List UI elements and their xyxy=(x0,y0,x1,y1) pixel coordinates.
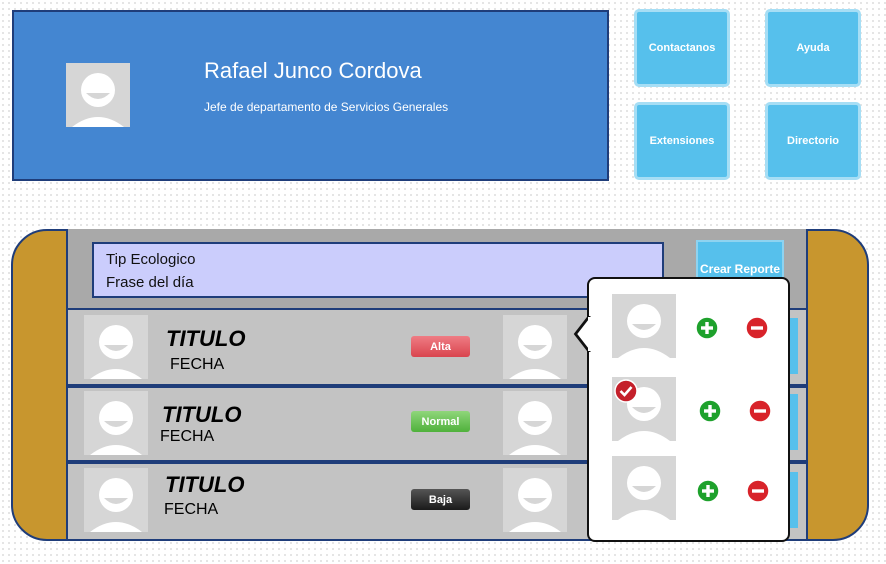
avatar-icon xyxy=(84,315,148,379)
check-circle-icon xyxy=(614,379,638,403)
assignee-avatar xyxy=(503,468,567,532)
avatar-icon xyxy=(612,456,676,520)
plus-circle-icon xyxy=(698,399,722,423)
help-button[interactable]: Ayuda xyxy=(765,9,861,87)
report-date: FECHA xyxy=(160,428,215,445)
row-action-tab[interactable] xyxy=(790,318,798,374)
candidate-avatar[interactable] xyxy=(612,294,676,358)
directory-button[interactable]: Directorio xyxy=(765,102,861,180)
profile-card: Rafael Junco Cordova Jefe de departament… xyxy=(12,10,609,181)
report-date: FECHA xyxy=(170,356,225,373)
report-title: TITULO xyxy=(162,402,242,427)
create-report-button[interactable]: Crear Reporte xyxy=(696,240,784,280)
row-action-tab[interactable] xyxy=(790,394,798,450)
add-button[interactable] xyxy=(695,316,719,340)
contact-button[interactable]: Contactanos xyxy=(634,9,730,87)
avatar-icon xyxy=(503,315,567,379)
remove-button[interactable] xyxy=(746,479,770,503)
remove-button[interactable] xyxy=(745,316,769,340)
avatar-icon xyxy=(66,63,130,127)
report-avatar xyxy=(84,391,148,455)
extensions-button[interactable]: Extensiones xyxy=(634,102,730,180)
selected-check xyxy=(614,379,638,403)
priority-badge: Baja xyxy=(411,489,470,510)
profile-role: Jefe de departamento de Servicios Genera… xyxy=(204,100,449,114)
minus-circle-icon xyxy=(746,479,770,503)
report-avatar xyxy=(84,315,148,379)
minus-circle-icon xyxy=(748,399,772,423)
report-title: TITULO xyxy=(165,472,245,497)
minus-circle-icon xyxy=(745,316,769,340)
row-action-tab[interactable] xyxy=(790,472,798,528)
avatar-icon xyxy=(503,391,567,455)
avatar-icon xyxy=(503,468,567,532)
assignee-avatar xyxy=(503,315,567,379)
tip-phrase: Frase del día xyxy=(106,274,194,291)
assignee-avatar xyxy=(503,391,567,455)
plus-circle-icon xyxy=(696,479,720,503)
popover-arrow-overlay xyxy=(574,316,592,352)
remove-button[interactable] xyxy=(748,399,772,423)
priority-badge: Alta xyxy=(411,336,470,357)
add-button[interactable] xyxy=(696,479,720,503)
avatar-icon xyxy=(84,468,148,532)
report-title: TITULO xyxy=(166,326,246,351)
avatar-icon xyxy=(612,294,676,358)
plus-circle-icon xyxy=(695,316,719,340)
candidate-avatar[interactable] xyxy=(612,456,676,520)
report-avatar xyxy=(84,468,148,532)
priority-badge: Normal xyxy=(411,411,470,432)
add-button[interactable] xyxy=(698,399,722,423)
tip-box: Tip Ecologico Frase del día xyxy=(92,242,664,298)
tip-title: Tip Ecologico xyxy=(106,251,196,268)
profile-avatar xyxy=(66,63,130,127)
report-date: FECHA xyxy=(164,501,219,518)
avatar-icon xyxy=(84,391,148,455)
profile-name: Rafael Junco Cordova xyxy=(204,58,422,83)
